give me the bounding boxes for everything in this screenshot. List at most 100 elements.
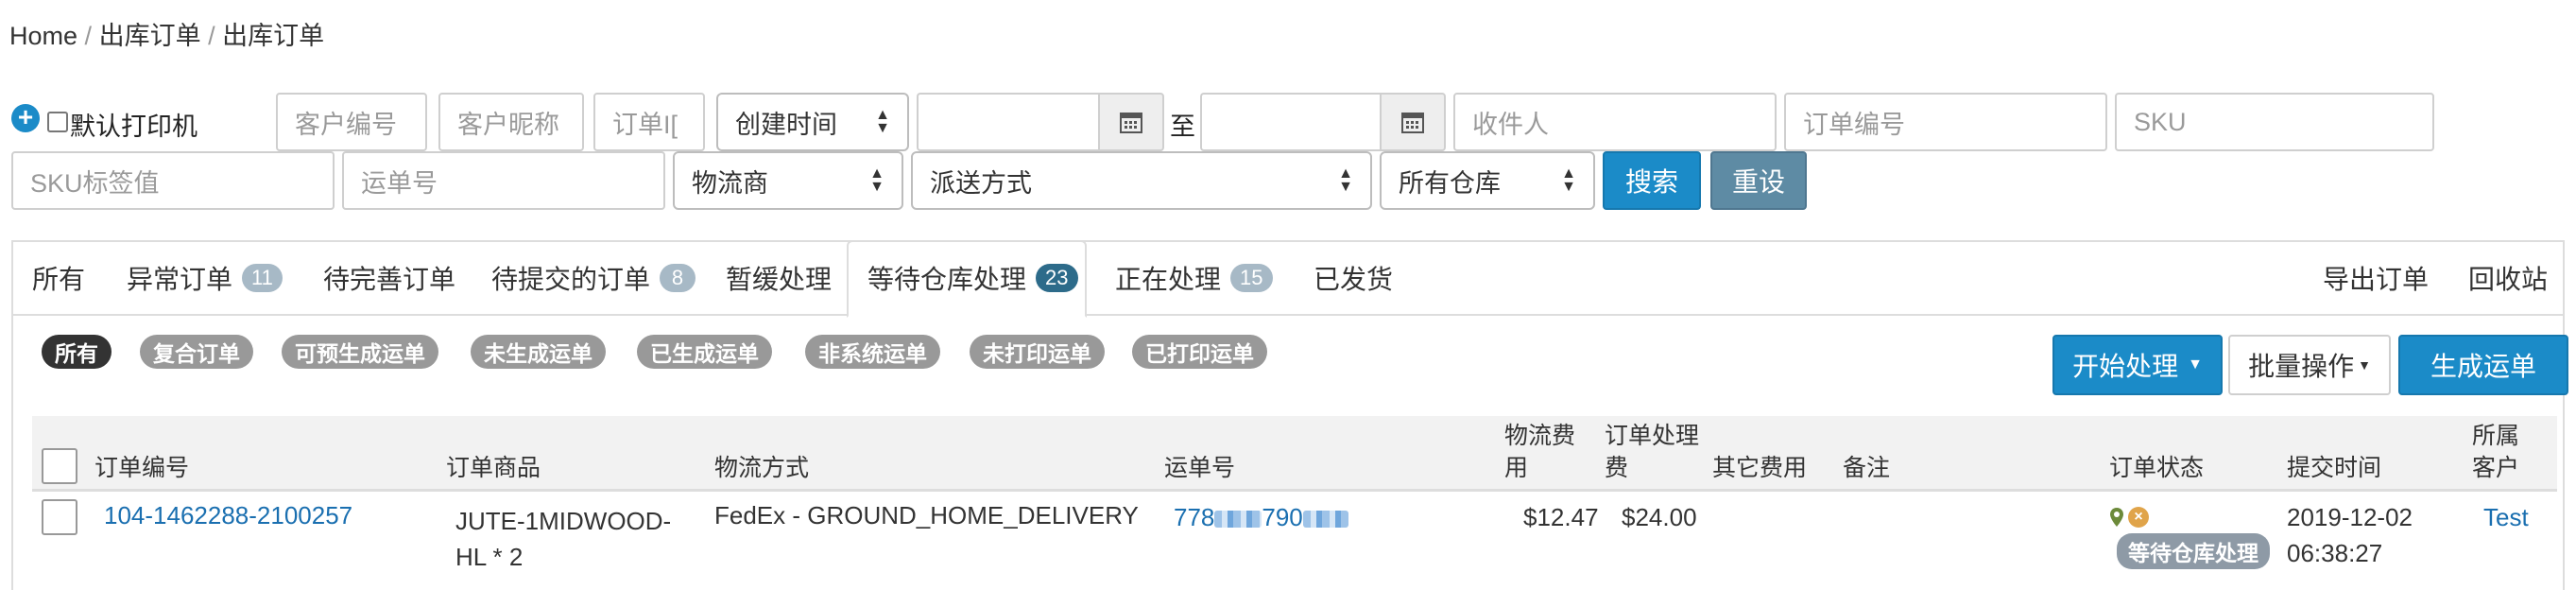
filter-pill-all[interactable]: 所有 <box>42 335 112 369</box>
export-orders-link[interactable]: 导出订单 <box>2323 259 2429 297</box>
filter-pill-printed[interactable]: 已打印运单 <box>1132 335 1267 369</box>
header-freight-line1: 物流费 <box>1504 423 1576 449</box>
reset-button[interactable]: 重设 <box>1710 151 1807 210</box>
handling-fee: $24.00 <box>1622 503 1697 531</box>
generate-waybill-button[interactable]: 生成运单 <box>2398 335 2568 395</box>
order-number-link[interactable]: 104-1462288-2100257 <box>104 497 352 533</box>
tab-label: 异常订单 <box>127 265 233 294</box>
tab-label: 待完善订单 <box>323 265 456 294</box>
start-date-input[interactable] <box>917 93 1100 151</box>
filter-pill-pregenerate[interactable]: 可预生成运单 <box>282 335 438 369</box>
shipping-method: FedEx - GROUND_HOME_DELIVERY <box>714 501 1139 529</box>
location-pin-icon[interactable] <box>2109 507 2124 532</box>
header-customer-line1: 所属 <box>2472 423 2520 449</box>
warehouse-value: 所有仓库 <box>1399 168 1501 198</box>
header-freight-line2: 用 <box>1504 455 1529 481</box>
header-tracking: 运单号 <box>1164 455 1236 481</box>
tab-label: 待提交的订单 <box>491 265 651 294</box>
select-arrows-icon: ▲ ▼ <box>869 165 884 195</box>
default-printer-label: 默认打印机 <box>70 113 197 141</box>
delivery-method-value: 派送方式 <box>930 168 1032 198</box>
breadcrumb-home[interactable]: Home <box>9 22 77 50</box>
header-customer-line2: 客户 <box>2472 455 2520 481</box>
header-freight: 物流费 用 <box>1504 420 1575 484</box>
batch-operations-label: 批量操作 <box>2248 352 2355 381</box>
status-badge: 等待仓库处理 <box>2117 533 2270 569</box>
header-status: 订单状态 <box>2109 455 2205 481</box>
header-handling-line2: 费 <box>1605 455 1629 481</box>
carrier-select[interactable]: 物流商 ▲ ▼ <box>673 151 903 210</box>
header-product: 订单商品 <box>446 455 541 481</box>
calendar-icon[interactable] <box>1380 93 1446 151</box>
header-remark: 备注 <box>1843 455 1891 481</box>
tab-label: 正在处理 <box>1115 265 1222 294</box>
recipient-input[interactable]: 收件人 <box>1453 93 1777 151</box>
end-date-input[interactable] <box>1200 93 1383 151</box>
tab-on-hold[interactable]: 暂缓处理 <box>726 259 832 297</box>
tab-shipped[interactable]: 已发货 <box>1314 259 1393 297</box>
tab-label: 暂缓处理 <box>726 265 833 294</box>
submit-time: 2019-12-02 06:38:27 <box>2287 499 2413 571</box>
customer-code-input[interactable]: 客户编号 <box>276 93 427 151</box>
delivery-method-select[interactable]: 派送方式 ▲ ▼ <box>911 151 1372 210</box>
tab-awaiting-warehouse[interactable]: 等待仓库处理 23 <box>867 259 1078 297</box>
header-handling-line1: 订单处理 <box>1605 423 1700 449</box>
submit-date: 2019-12-02 <box>2287 503 2413 531</box>
header-customer: 所属 客户 <box>2472 420 2519 484</box>
recycle-bin-link[interactable]: 回收站 <box>2468 259 2548 297</box>
select-arrows-icon: ▲ ▼ <box>875 107 890 136</box>
breadcrumb-separator: / <box>84 22 93 50</box>
filter-pill-not-generated[interactable]: 未生成运单 <box>471 335 606 369</box>
tab-pending-submit[interactable]: 待提交的订单 8 <box>491 259 696 297</box>
tab-label: 已发货 <box>1314 265 1394 294</box>
date-range-to-label: 至 <box>1170 113 1195 141</box>
calendar-icon[interactable] <box>1098 93 1164 151</box>
filter-pill-not-printed[interactable]: 未打印运单 <box>970 335 1105 369</box>
freight-fee: $12.47 <box>1523 503 1599 531</box>
filter-pill-generated[interactable]: 已生成运单 <box>637 335 772 369</box>
header-order-no: 订单编号 <box>94 455 190 481</box>
header-submit-time: 提交时间 <box>2287 455 2382 481</box>
breadcrumb-current: 出库订单 <box>222 22 325 50</box>
row-checkbox[interactable] <box>42 499 77 535</box>
caret-down-icon: ▼ <box>2188 356 2203 373</box>
warehouse-select[interactable]: 所有仓库 ▲ ▼ <box>1380 151 1595 210</box>
order-number-input[interactable]: 订单编号 <box>1784 93 2107 151</box>
sku-input[interactable]: SKU <box>2115 93 2434 151</box>
tracking-number-middle: 790 <box>1262 503 1303 531</box>
tab-processing[interactable]: 正在处理 15 <box>1115 259 1273 297</box>
default-printer-checkbox[interactable] <box>47 112 68 132</box>
tab-label: 所有 <box>32 265 86 294</box>
start-processing-button[interactable]: 开始处理 ▼ <box>2052 335 2223 395</box>
filter-pill-combined[interactable]: 复合订单 <box>140 335 253 369</box>
redacted-block <box>1214 511 1262 529</box>
cancel-circle-icon[interactable]: × <box>2128 507 2149 528</box>
order-id-input[interactable]: 订单I[ <box>593 93 705 151</box>
tracking-number-input[interactable]: 运单号 <box>342 151 665 210</box>
date-type-value: 创建时间 <box>735 110 837 139</box>
customer-nickname-input[interactable]: 客户昵称 <box>438 93 584 151</box>
count-badge: 23 <box>1036 264 1078 292</box>
sku-tag-input[interactable]: SKU标签值 <box>11 151 335 210</box>
tracking-number-link[interactable]: 778 790 <box>1174 499 1348 535</box>
order-product: JUTE-1MIDWOOD- HL * 2 <box>455 503 671 575</box>
select-all-checkbox[interactable] <box>42 448 77 484</box>
count-badge: 11 <box>242 264 283 292</box>
order-product-line2: HL * 2 <box>455 543 524 571</box>
add-icon[interactable]: + <box>11 104 40 132</box>
breadcrumb-outbound[interactable]: 出库订单 <box>99 22 201 50</box>
select-arrows-icon: ▲ ▼ <box>1561 165 1576 195</box>
tab-label: 等待仓库处理 <box>867 265 1027 294</box>
breadcrumb: Home / 出库订单 / 出库订单 <box>9 15 324 52</box>
batch-operations-button[interactable]: 批量操作 ▼ <box>2228 335 2391 395</box>
breadcrumb-separator: / <box>208 22 215 50</box>
tab-incomplete[interactable]: 待完善订单 <box>323 259 455 297</box>
date-type-select[interactable]: 创建时间 ▲ ▼ <box>716 93 909 151</box>
select-arrows-icon: ▲ ▼ <box>1338 165 1353 195</box>
count-badge: 8 <box>660 264 696 292</box>
customer-link[interactable]: Test <box>2483 499 2529 535</box>
tab-all[interactable]: 所有 <box>32 259 85 297</box>
tab-exception[interactable]: 异常订单 11 <box>127 259 283 297</box>
search-button[interactable]: 搜索 <box>1603 151 1701 210</box>
filter-pill-non-system[interactable]: 非系统运单 <box>805 335 940 369</box>
